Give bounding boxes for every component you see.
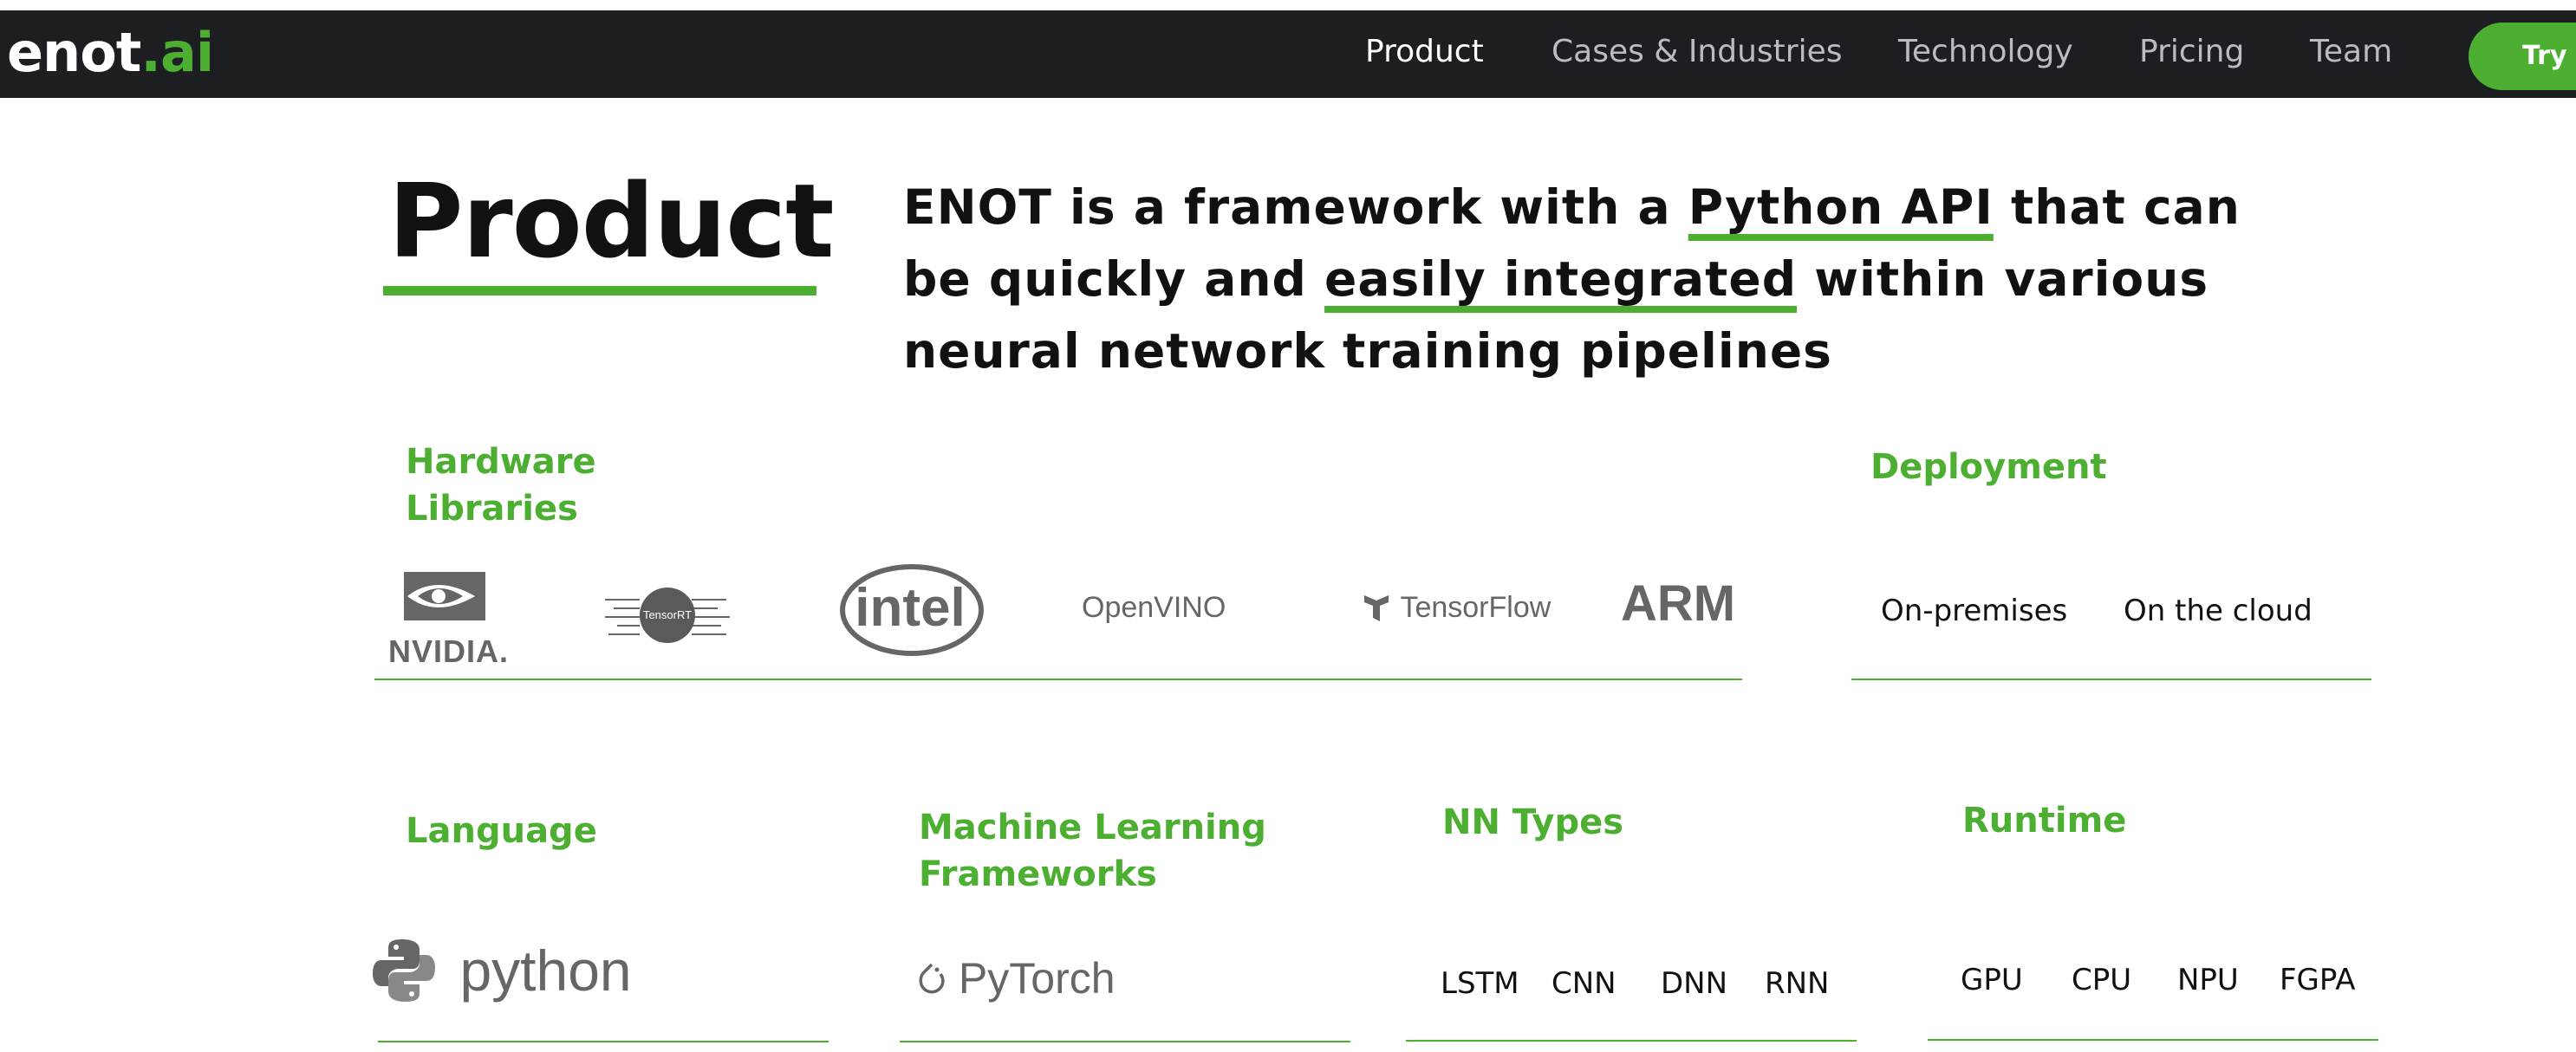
ml-frameworks-divider [900, 1041, 1350, 1042]
nn-type-item: CNN [1551, 966, 1617, 1001]
runtime-divider [1928, 1039, 2378, 1041]
hardware-libraries-heading: Hardware Libraries [406, 442, 596, 529]
nn-type-item: DNN [1661, 966, 1728, 1001]
nvidia-label: NVIDIA. [388, 633, 510, 669]
intel-label: intel [855, 578, 965, 638]
intel-swoosh-icon: intel [840, 564, 984, 656]
nn-types-divider [1406, 1040, 1857, 1042]
intro-text: ENOT is a framework with a Python API th… [903, 172, 2307, 387]
nav-item-cases-industries[interactable]: Cases & Industries [1551, 36, 1843, 68]
language-divider [378, 1041, 829, 1042]
intro-part-1: ENOT is a framework with a [903, 179, 1688, 235]
brand-dot: . [140, 21, 161, 84]
tensorrt-label: TensorRT [643, 608, 692, 621]
tensorflow-logo: TensorFlow [1361, 591, 1551, 623]
page-title: Product [388, 161, 835, 281]
nav-item-pricing[interactable]: Pricing [2139, 36, 2244, 68]
pytorch-label: PyTorch [958, 953, 1116, 1003]
nvidia-logo: NVIDIA. [388, 568, 509, 667]
tensorrt-logo: TensorRT [605, 582, 730, 645]
nav-item-technology[interactable]: Technology [1898, 36, 2073, 68]
runtime-item: CPU [2072, 963, 2132, 997]
language-heading: Language [406, 811, 597, 851]
arm-label: ARM [1621, 575, 1736, 632]
top-strip [0, 0, 2576, 10]
tensorflow-label: TensorFlow [1400, 591, 1551, 625]
ml-frameworks-heading: Machine Learning Frameworks [919, 808, 1266, 894]
arm-logo: ARM [1621, 579, 1735, 629]
brand-name: enot [7, 21, 141, 84]
python-snake-icon [373, 939, 435, 1002]
python-label: python [459, 938, 632, 1003]
nav-item-team[interactable]: Team [2310, 36, 2392, 68]
tensorflow-icon [1364, 595, 1389, 622]
runtime-item: GPU [1961, 963, 2023, 997]
nav-item-product[interactable]: Product [1365, 36, 1484, 68]
hardware-divider [374, 679, 1742, 680]
deployment-item: On the cloud [2124, 594, 2313, 628]
nn-types-heading: NN Types [1442, 802, 1624, 842]
intel-logo: intel [837, 562, 986, 657]
brand-logo[interactable]: enot.ai [7, 26, 214, 80]
deployment-item: On-premises [1881, 594, 2068, 628]
deployment-heading: Deployment [1870, 447, 2107, 487]
nn-type-item: RNN [1765, 966, 1830, 1001]
intro-highlight-easily-integrated: easily integrated [1324, 251, 1798, 307]
title-underline [383, 286, 816, 295]
pytorch-flame-icon [919, 963, 945, 994]
tensorrt-circuit-icon: TensorRT [605, 588, 730, 643]
navbar: enot.ai Product Cases & Industries Techn… [0, 10, 2576, 98]
openvino-label: OpenVINO [1082, 591, 1226, 624]
pytorch-logo: PyTorch [917, 953, 1116, 1000]
intro-highlight-python-api: Python API [1688, 179, 1994, 235]
try-button[interactable]: Try f [2469, 23, 2576, 90]
runtime-item: FGPA [2280, 963, 2356, 997]
runtime-item: NPU [2177, 963, 2239, 997]
runtime-heading: Runtime [1962, 801, 2127, 841]
nn-type-item: LSTM [1441, 966, 1519, 1001]
brand-tld: ai [159, 21, 214, 84]
openvino-logo: OpenVINO [1082, 593, 1226, 622]
deployment-divider [1851, 679, 2371, 680]
python-logo: python [369, 936, 632, 1005]
